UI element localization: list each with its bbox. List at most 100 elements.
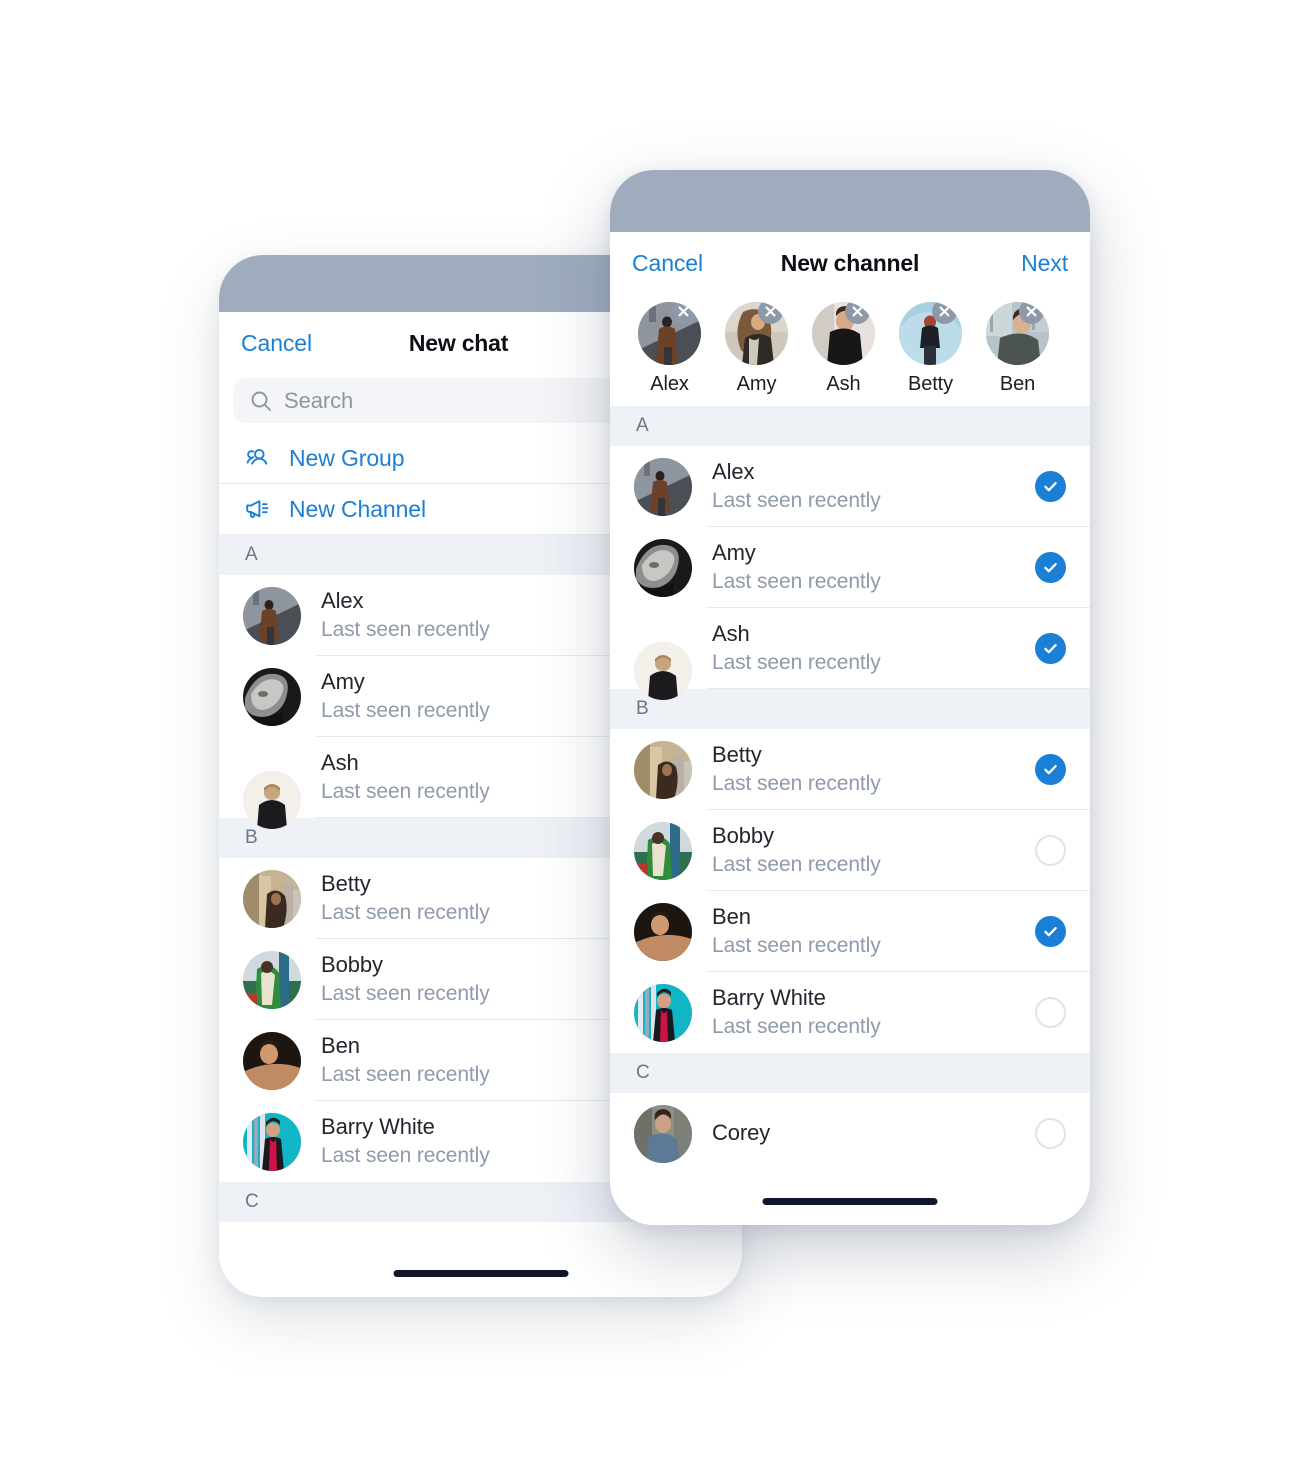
- avatar: [634, 821, 692, 880]
- avatar: [634, 1104, 692, 1163]
- list-item[interactable]: Barry White Last seen recently: [610, 972, 1090, 1053]
- check-icon: [1044, 927, 1057, 937]
- megaphone-icon: [246, 500, 269, 518]
- avatar-ash-image: [243, 770, 301, 829]
- contact-name: Barry White: [712, 984, 826, 1010]
- list-item[interactable]: Ash Last seen recently: [610, 608, 1090, 700]
- check-icon: [1044, 482, 1057, 492]
- list-item[interactable]: Ben Last seen recently: [610, 891, 1090, 972]
- avatar-amy-image: [634, 538, 692, 597]
- selection-checkbox[interactable]: [1035, 633, 1066, 664]
- screenshot-stage: Cancel New chat Search New Group New Cha…: [0, 0, 1312, 1480]
- avatar: [243, 869, 301, 928]
- chip-avatar: [812, 302, 875, 365]
- avatar-betty-image: [634, 740, 692, 799]
- contact-status: Last seen recently: [712, 853, 881, 877]
- avatar: [243, 950, 301, 1009]
- selected-chip-alex[interactable]: Alex: [626, 302, 713, 396]
- close-icon: [678, 306, 689, 317]
- avatar-alex-image: [634, 457, 692, 516]
- chip-avatar: [986, 302, 1049, 365]
- contact-status: Last seen recently: [712, 1015, 881, 1039]
- contact-name: Betty: [712, 741, 762, 767]
- selected-members-row: Alex Amy Ash Betty Ben: [610, 294, 1090, 406]
- navbar-new-channel: Cancel New channel Next: [610, 232, 1090, 294]
- close-icon: [852, 306, 863, 317]
- contact-text: Corey: [712, 1119, 1025, 1149]
- contact-status: Last seen recently: [712, 772, 881, 796]
- selected-chip-betty[interactable]: Betty: [887, 302, 974, 396]
- close-icon: [1026, 306, 1037, 317]
- close-icon: [765, 306, 776, 317]
- contact-status: Last seen recently: [712, 651, 881, 675]
- search-icon: [251, 391, 271, 411]
- selection-checkbox[interactable]: [1035, 997, 1066, 1028]
- home-indicator-area-back: [219, 1245, 742, 1297]
- contact-text: Alex Last seen recently: [712, 458, 1025, 516]
- check-icon: [1044, 644, 1057, 654]
- selected-chip-ash[interactable]: Ash: [800, 302, 887, 396]
- avatar-ben-image: [243, 1031, 301, 1090]
- avatar: [634, 457, 692, 516]
- avatar-amy-image: [243, 667, 301, 726]
- avatar: [634, 902, 692, 961]
- screen-new-channel: Cancel New channel Next Alex Amy Ash Bet…: [610, 232, 1090, 1225]
- avatar-barry-white-image: [243, 1112, 301, 1171]
- search-placeholder: Search: [284, 387, 354, 413]
- home-indicator-front[interactable]: [762, 1198, 938, 1205]
- contact-name: Ash: [712, 620, 750, 646]
- selection-checkbox[interactable]: [1035, 471, 1066, 502]
- cancel-button-back[interactable]: Cancel: [241, 330, 312, 357]
- selection-checkbox[interactable]: [1035, 754, 1066, 785]
- contact-text: Amy Last seen recently: [712, 539, 1025, 597]
- avatar-ash-image: [634, 641, 692, 700]
- contact-status: Last seen recently: [712, 489, 881, 513]
- avatar: [634, 983, 692, 1042]
- contact-name: Alex: [712, 458, 755, 484]
- contact-status: Last seen recently: [712, 570, 881, 594]
- contact-text: Betty Last seen recently: [712, 741, 1025, 799]
- list-item[interactable]: Corey: [610, 1093, 1090, 1174]
- avatar-corey-image: [634, 1104, 692, 1163]
- list-item[interactable]: Betty Last seen recently: [610, 729, 1090, 810]
- check-icon: [1044, 563, 1057, 573]
- selection-checkbox[interactable]: [1035, 552, 1066, 583]
- contact-name: Bobby: [712, 822, 774, 848]
- contact-name: Amy: [712, 539, 756, 565]
- avatar-betty-image: [243, 869, 301, 928]
- new-group-label: New Group: [289, 444, 405, 471]
- contact-name: Ben: [712, 903, 751, 929]
- chip-avatar: [725, 302, 788, 365]
- selected-chip-amy[interactable]: Amy: [713, 302, 800, 396]
- selection-checkbox[interactable]: [1035, 916, 1066, 947]
- chip-name: Alex: [650, 373, 689, 395]
- list-item[interactable]: Amy Last seen recently: [610, 527, 1090, 608]
- avatar: [243, 770, 301, 829]
- cancel-button[interactable]: Cancel: [632, 250, 703, 277]
- selection-checkbox[interactable]: [1035, 1118, 1066, 1149]
- section-header-b-front: B: [610, 689, 1090, 729]
- close-icon: [939, 306, 950, 317]
- avatar: [243, 1031, 301, 1090]
- selected-chip-ben[interactable]: Ben: [974, 302, 1061, 396]
- contact-text: Bobby Last seen recently: [712, 822, 1025, 880]
- phone-new-channel: Cancel New channel Next Alex Amy Ash Bet…: [610, 170, 1090, 1225]
- chip-name: Amy: [736, 373, 777, 395]
- avatar: [634, 538, 692, 597]
- avatar-alex-image: [243, 586, 301, 645]
- avatar: [634, 641, 692, 700]
- next-button[interactable]: Next: [1021, 250, 1068, 277]
- chip-avatar: [638, 302, 701, 365]
- home-indicator-back[interactable]: [393, 1270, 568, 1277]
- list-item[interactable]: Alex Last seen recently: [610, 446, 1090, 527]
- status-bar-front: [610, 170, 1090, 232]
- home-indicator-area-front: [610, 1173, 1090, 1225]
- contact-text: Barry White Last seen recently: [712, 984, 1025, 1042]
- check-icon: [1044, 765, 1057, 775]
- avatar-bobby-image: [634, 821, 692, 880]
- group-people-icon: [246, 448, 268, 465]
- selection-checkbox[interactable]: [1035, 835, 1066, 866]
- section-header-c-front: C: [610, 1053, 1090, 1093]
- list-item[interactable]: Bobby Last seen recently: [610, 810, 1090, 891]
- chip-name: Betty: [907, 373, 954, 395]
